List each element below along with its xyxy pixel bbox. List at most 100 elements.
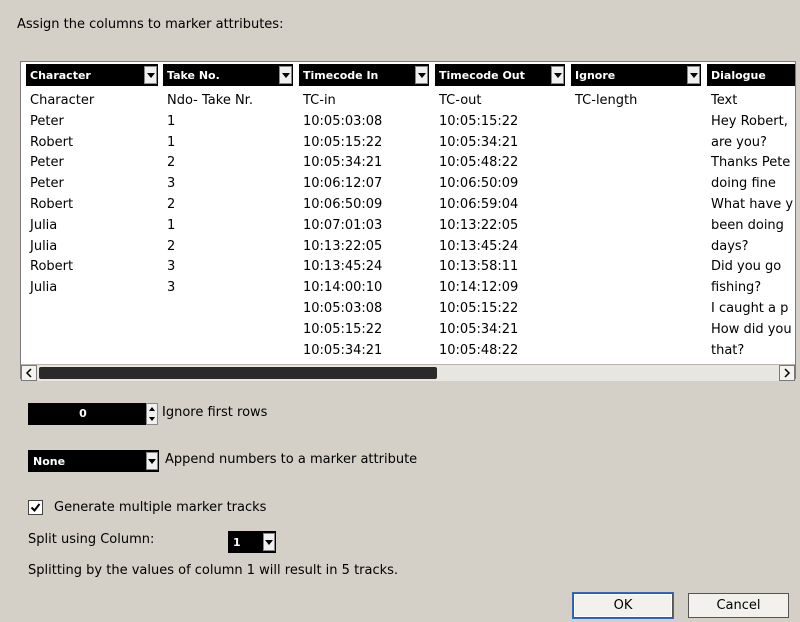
column-select-timecode-out[interactable]: Timecode Out — [435, 64, 565, 86]
ok-button[interactable]: OK — [573, 593, 673, 618]
chevron-down-icon[interactable] — [146, 452, 158, 470]
table-cell: 10:05:48:22 — [439, 342, 519, 358]
table-cell: 10:05:03:08 — [303, 300, 383, 316]
column-select-character[interactable]: Character — [26, 64, 158, 86]
chevron-up-icon[interactable] — [147, 404, 157, 414]
checkmark-icon — [30, 503, 41, 513]
column-select-ignore[interactable]: Ignore — [571, 64, 701, 86]
spinner-arrows[interactable] — [146, 403, 158, 425]
table-cell: 1 — [167, 217, 176, 233]
column-cells: TC-in 10:05:03:08 10:05:15:22 10:05:34:2… — [299, 91, 429, 361]
chevron-down-icon[interactable] — [279, 66, 292, 84]
column-timecode-out: Timecode Out TC-out 10:05:15:22 10:05:34… — [435, 64, 565, 361]
column-select-take-no[interactable]: Take No. — [163, 64, 293, 86]
table-cell: Character — [30, 93, 95, 108]
multiple-tracks-label: Generate multiple marker tracks — [54, 500, 267, 515]
column-dialogue: Dialogue Text Hey Robert, are you? Thank… — [707, 64, 795, 361]
chevron-down-icon[interactable] — [687, 66, 700, 84]
table-cell: Julia — [30, 238, 58, 254]
table-cell: 1 — [167, 113, 176, 129]
arrow-left-icon[interactable] — [21, 365, 37, 381]
ignore-rows-value[interactable]: 0 — [28, 407, 138, 420]
column-cells: TC-out 10:05:15:22 10:05:34:21 10:05:48:… — [435, 91, 565, 361]
chevron-down-icon[interactable] — [551, 66, 564, 84]
multiple-tracks-checkbox[interactable] — [28, 500, 43, 515]
table-cell: 10:05:15:22 — [439, 300, 519, 316]
chevron-down-icon[interactable] — [263, 533, 275, 551]
table-cell: doing fine — [711, 176, 776, 192]
ignore-rows-spinner[interactable]: 0 — [28, 403, 158, 425]
column-cells: Text Hey Robert, are you? Thanks Pete do… — [707, 91, 795, 361]
table-cell: days? — [711, 238, 749, 254]
chevron-down-icon[interactable] — [147, 414, 157, 424]
table-cell: 2 — [167, 196, 176, 212]
table-cell: I caught a p — [711, 300, 789, 316]
column-select-dialogue[interactable]: Dialogue — [707, 64, 795, 86]
chevron-down-icon[interactable] — [415, 66, 428, 84]
ignore-rows-label: Ignore first rows — [162, 405, 268, 420]
table-cell: 10:05:34:21 — [439, 321, 519, 337]
table-cell: Robert — [30, 259, 74, 275]
table-cell: Peter — [30, 155, 64, 171]
table-cell: 1 — [167, 134, 176, 150]
column-cells: Ndo- Take Nr. 1 1 2 3 2 1 2 3 3 — [163, 91, 293, 361]
table-cell: Hey Robert, — [711, 113, 788, 129]
table-cell: How did you — [711, 321, 792, 337]
table-cell — [26, 320, 158, 341]
table-cell — [163, 320, 293, 341]
append-numbers-select[interactable]: None — [28, 450, 159, 472]
table-cell — [163, 299, 293, 320]
table-cell: Ndo- Take Nr. — [167, 93, 253, 108]
table-cell: Text — [711, 93, 738, 108]
table-cell: What have y — [711, 196, 794, 212]
table-cell: 10:05:34:21 — [303, 155, 383, 171]
table-cell: Julia — [30, 217, 58, 233]
table-cell: 10:13:45:24 — [439, 238, 519, 254]
table-cell: TC-length — [575, 93, 638, 108]
table-cell: 10:13:58:11 — [439, 259, 519, 275]
table-cell: 10:05:03:08 — [303, 113, 383, 129]
table-cell: 10:14:12:09 — [439, 280, 519, 296]
chevron-down-icon[interactable] — [144, 66, 157, 84]
table-cell: are you? — [711, 134, 767, 150]
table-cell: Peter — [30, 113, 64, 129]
table-cell: 10:05:15:22 — [439, 113, 519, 129]
split-column-select[interactable]: 1 — [228, 531, 276, 553]
column-timecode-in: Timecode In TC-in 10:05:03:08 10:05:15:2… — [299, 64, 429, 361]
table-cell: 3 — [167, 176, 176, 192]
table-cell: 10:14:00:10 — [303, 280, 383, 296]
table-cell — [26, 341, 158, 362]
dialog-heading: Assign the columns to marker attributes: — [17, 17, 284, 32]
column-mapping-table: Character Character Peter Robert Peter P… — [20, 61, 796, 379]
table-cell: 10:13:22:05 — [303, 238, 383, 254]
table-cell: 10:06:50:09 — [303, 196, 383, 212]
table-cell: 10:05:34:21 — [439, 134, 519, 150]
arrow-right-icon[interactable] — [779, 365, 795, 381]
table-cell: 10:06:12:07 — [303, 176, 383, 192]
split-column-label: Split using Column: — [28, 532, 155, 547]
table-cell: TC-out — [439, 93, 482, 108]
table-cell — [26, 299, 158, 320]
table-cell: 10:07:01:03 — [303, 217, 383, 233]
table-cell: been doing — [711, 217, 784, 233]
table-cell: Robert — [30, 196, 74, 212]
table-cell: 10:05:48:22 — [439, 155, 519, 171]
column-cells: TC-length — [571, 91, 701, 112]
table-cell: 3 — [167, 259, 176, 275]
table-cell: 10:06:50:09 — [439, 176, 519, 192]
horizontal-scrollbar[interactable] — [21, 364, 795, 381]
table-cell: 3 — [167, 280, 176, 296]
scrollbar-thumb[interactable] — [39, 367, 437, 379]
column-character: Character Character Peter Robert Peter P… — [26, 64, 158, 361]
table-cell: 10:13:22:05 — [439, 217, 519, 233]
cancel-button[interactable]: Cancel — [688, 593, 789, 618]
column-cells: Character Peter Robert Peter Peter Rober… — [26, 91, 158, 361]
column-select-timecode-in[interactable]: Timecode In — [299, 64, 429, 86]
table-cell: 10:06:59:04 — [439, 196, 519, 212]
table-cell: 10:13:45:24 — [303, 259, 383, 275]
table-cell: 10:05:15:22 — [303, 134, 383, 150]
append-numbers-label: Append numbers to a marker attribute — [165, 452, 418, 467]
table-cell: Did you go — [711, 259, 782, 275]
table-cell: 10:05:15:22 — [303, 321, 383, 337]
table-cell — [163, 341, 293, 362]
